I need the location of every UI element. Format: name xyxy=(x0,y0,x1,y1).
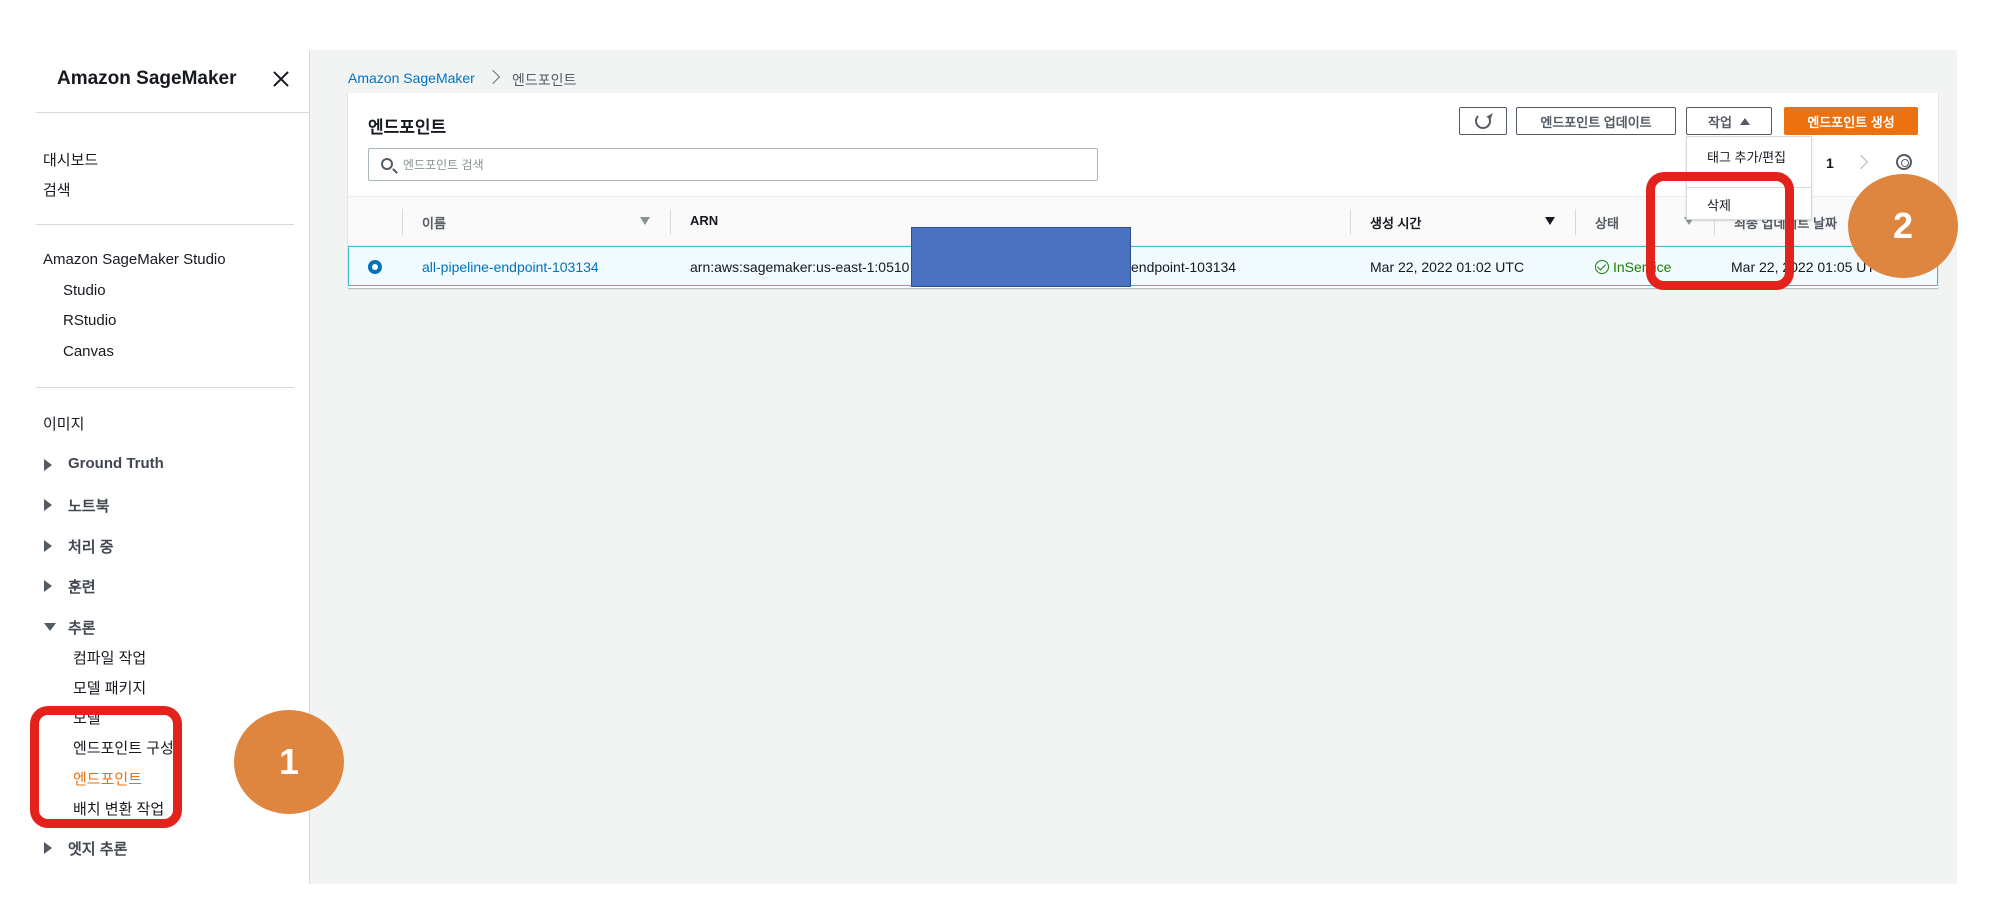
chevron-right-icon xyxy=(485,69,501,85)
caret-down-icon[interactable] xyxy=(44,623,56,631)
sidebar-group-notebook[interactable]: 노트북 xyxy=(68,495,109,516)
actions-button[interactable]: 작업 xyxy=(1686,107,1772,135)
sidebar-group-training[interactable]: 훈련 xyxy=(68,576,96,597)
caret-right-icon[interactable] xyxy=(44,842,52,854)
search-box[interactable] xyxy=(368,148,1098,181)
chevron-right-icon[interactable] xyxy=(1853,154,1869,170)
sidebar-group-ground-truth[interactable]: Ground Truth xyxy=(68,455,164,472)
check-circle-icon xyxy=(1595,260,1609,274)
divider xyxy=(36,112,310,113)
menu-item-edit-tags[interactable]: 태그 추가/편집 xyxy=(1707,147,1786,166)
breadcrumb-current: 엔드포인트 xyxy=(512,72,577,88)
created-time: Mar 22, 2022 01:02 UTC xyxy=(1370,259,1525,275)
column-divider xyxy=(402,209,403,235)
divider xyxy=(36,387,294,388)
page-title: 엔드포인트 xyxy=(368,118,447,137)
sidebar-group-edge[interactable]: 엣지 추론 xyxy=(68,838,127,859)
redaction-block xyxy=(911,227,1131,287)
sidebar-item-model-packages[interactable]: 모델 패키지 xyxy=(73,677,146,698)
column-divider xyxy=(1350,209,1351,235)
arn-suffix: endpoint-103134 xyxy=(1131,259,1237,275)
sidebar-title: Amazon SageMaker xyxy=(57,68,237,89)
step-badge-1: 1 xyxy=(234,710,344,814)
search-icon xyxy=(381,158,393,170)
sort-icon[interactable] xyxy=(640,217,650,225)
column-name[interactable]: 이름 xyxy=(422,213,446,232)
column-created[interactable]: 생성 시간 xyxy=(1370,213,1421,232)
refresh-button[interactable] xyxy=(1459,107,1507,135)
breadcrumb-root[interactable]: Amazon SageMaker xyxy=(348,70,475,86)
sidebar-item-compile-jobs[interactable]: 컴파일 작업 xyxy=(73,647,146,668)
row-radio[interactable] xyxy=(368,260,382,274)
update-endpoint-button[interactable]: 엔드포인트 업데이트 xyxy=(1516,107,1676,135)
column-divider xyxy=(1575,209,1576,235)
actions-button-label: 작업 xyxy=(1708,114,1732,130)
highlight-box-endpoints xyxy=(30,706,182,828)
sidebar-item-images[interactable]: 이미지 xyxy=(43,413,84,434)
caret-up-icon xyxy=(1739,117,1750,125)
search-input[interactable] xyxy=(403,155,1063,175)
close-icon[interactable] xyxy=(270,68,292,90)
column-arn[interactable]: ARN xyxy=(690,213,718,228)
page-number[interactable]: 1 xyxy=(1826,155,1834,171)
divider xyxy=(36,224,294,225)
refresh-icon xyxy=(1475,113,1491,129)
column-status[interactable]: 상태 xyxy=(1595,213,1619,232)
sidebar-group-processing[interactable]: 처리 중 xyxy=(68,536,114,557)
sidebar-item-rstudio[interactable]: RStudio xyxy=(63,312,116,329)
sidebar-group-inference[interactable]: 추론 xyxy=(68,617,96,638)
caret-right-icon[interactable] xyxy=(44,459,52,471)
caret-right-icon[interactable] xyxy=(44,499,52,511)
endpoint-name-link[interactable]: all-pipeline-endpoint-103134 xyxy=(422,259,599,275)
highlight-box-delete xyxy=(1646,172,1794,290)
sidebar-item-canvas[interactable]: Canvas xyxy=(63,343,114,360)
arn-prefix: arn:aws:sagemaker:us-east-1:0510 xyxy=(690,259,910,275)
sidebar-item-studio[interactable]: Studio xyxy=(63,282,106,299)
sort-desc-icon[interactable] xyxy=(1545,217,1555,225)
gear-icon[interactable] xyxy=(1896,154,1912,170)
sidebar-item-studio-header[interactable]: Amazon SageMaker Studio xyxy=(43,251,226,268)
create-endpoint-button[interactable]: 엔드포인트 생성 xyxy=(1784,107,1918,135)
step-badge-2: 2 xyxy=(1848,174,1958,278)
caret-right-icon[interactable] xyxy=(44,540,52,552)
caret-right-icon[interactable] xyxy=(44,580,52,592)
column-divider xyxy=(670,209,671,235)
sidebar-item-search[interactable]: 검색 xyxy=(43,179,71,200)
sidebar-item-dashboard[interactable]: 대시보드 xyxy=(43,149,98,170)
